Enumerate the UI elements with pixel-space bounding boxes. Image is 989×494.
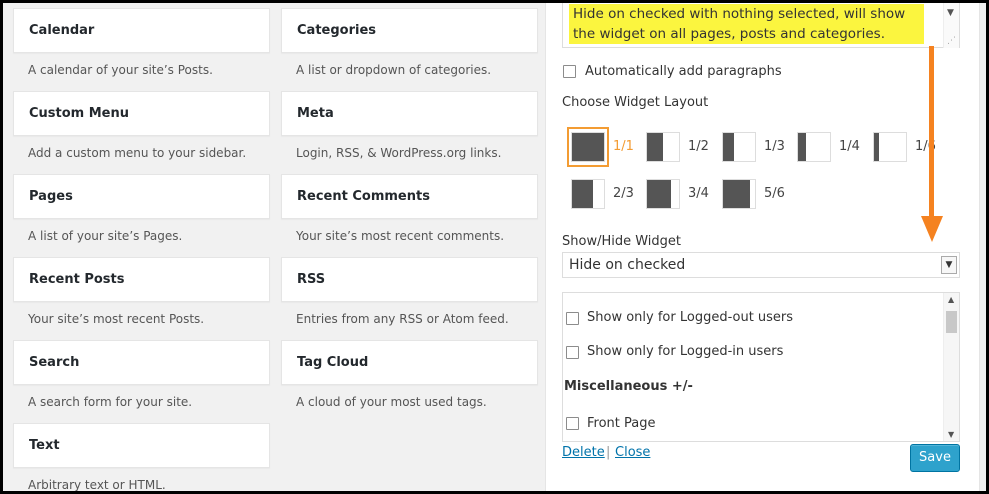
- widget-title[interactable]: Recent Posts: [13, 257, 270, 302]
- widget-description: Entries from any RSS or Atom feed.: [296, 312, 509, 326]
- layout-label: 1/4: [839, 139, 860, 154]
- layout-fill: [798, 133, 806, 161]
- layout-label: 2/3: [613, 186, 634, 201]
- highlighted-note: Hide on checked with nothing selected, w…: [569, 4, 924, 44]
- logged-out-label: Show only for Logged-out users: [587, 310, 794, 325]
- layout-label: 3/4: [688, 186, 709, 201]
- widget-description: A search form for your site.: [28, 395, 193, 409]
- layout-label: 1/1: [613, 139, 634, 154]
- widget-description: A calendar of your site’s Posts.: [28, 63, 213, 77]
- widget-description: A list or dropdown of categories.: [296, 63, 492, 77]
- layout-fill: [723, 133, 734, 161]
- widget-title[interactable]: RSS: [281, 257, 538, 302]
- close-link[interactable]: Close: [615, 445, 650, 460]
- layout-thumbnail[interactable]: [722, 132, 756, 162]
- show-hide-value: Hide on checked: [569, 257, 686, 273]
- widget-title[interactable]: Calendar: [13, 8, 270, 53]
- layout-label: 1/3: [764, 139, 785, 154]
- widget-description: Your site’s most recent Posts.: [28, 312, 205, 326]
- widget-search[interactable]: Search A search form for your site.: [13, 332, 270, 415]
- resize-grip-icon[interactable]: ⋰: [947, 36, 956, 46]
- layout-fill: [647, 180, 671, 208]
- annotation-arrow-shaft: [929, 46, 934, 220]
- layout-thumbnail[interactable]: [646, 132, 680, 162]
- delete-link[interactable]: Delete: [562, 445, 605, 460]
- widget-meta[interactable]: Meta Login, RSS, & WordPress.org links.: [281, 83, 538, 166]
- logged-in-checkbox[interactable]: [566, 346, 579, 359]
- widget-title[interactable]: Categories: [281, 8, 538, 53]
- widget-title[interactable]: Search: [13, 340, 270, 385]
- chevron-down-icon[interactable]: ▼: [948, 430, 954, 439]
- layout-label: 1/2: [688, 139, 709, 154]
- widget-title[interactable]: Pages: [13, 174, 270, 219]
- widget-rss[interactable]: RSS Entries from any RSS or Atom feed.: [281, 249, 538, 332]
- widget-tag-cloud[interactable]: Tag Cloud A cloud of your most used tags…: [281, 332, 538, 415]
- textarea-scrollbar[interactable]: ▼ ⋰: [943, 0, 959, 48]
- layout-fill: [647, 133, 663, 161]
- show-hide-heading: Show/Hide Widget: [562, 234, 682, 249]
- layout-thumbnail[interactable]: [797, 132, 831, 162]
- layout-thumbnail[interactable]: [571, 132, 605, 162]
- widget-description: A list of your site’s Pages.: [28, 229, 183, 243]
- save-button[interactable]: Save: [910, 444, 960, 472]
- chevron-up-icon[interactable]: ▲: [948, 295, 954, 304]
- widget-title[interactable]: Recent Comments: [281, 174, 538, 219]
- available-widgets-right: Categories A list or dropdown of categor…: [281, 0, 538, 415]
- widget-recent-posts[interactable]: Recent Posts Your site’s most recent Pos…: [13, 249, 270, 332]
- auto-paragraphs-label: Automatically add paragraphs: [585, 64, 782, 79]
- layout-fill: [572, 133, 604, 161]
- widget-calendar[interactable]: Calendar A calendar of your site’s Posts…: [13, 0, 270, 83]
- widget-settings-panel: Hide on checked with nothing selected, w…: [545, 0, 980, 494]
- widget-title[interactable]: Meta: [281, 91, 538, 136]
- widget-description: Your site’s most recent comments.: [296, 229, 505, 243]
- widget-title[interactable]: Tag Cloud: [281, 340, 538, 385]
- layout-heading: Choose Widget Layout: [562, 95, 709, 110]
- front-page-checkbox[interactable]: [566, 417, 579, 430]
- arrow-down-icon: [921, 216, 943, 242]
- widget-categories[interactable]: Categories A list or dropdown of categor…: [281, 0, 538, 83]
- layout-label: 5/6: [764, 186, 785, 201]
- link-separator: |: [606, 445, 611, 460]
- widget-pages[interactable]: Pages A list of your site’s Pages.: [13, 166, 270, 249]
- widget-recent-comments[interactable]: Recent Comments Your site’s most recent …: [281, 166, 538, 249]
- layout-thumbnail[interactable]: [646, 179, 680, 209]
- misc-heading[interactable]: Miscellaneous +/-: [564, 379, 693, 394]
- widget-description: A cloud of your most used tags.: [296, 395, 487, 409]
- widget-description: Login, RSS, & WordPress.org links.: [296, 146, 502, 160]
- widget-content-textarea[interactable]: Hide on checked with nothing selected, w…: [562, 0, 960, 48]
- scrollbar-thumb[interactable]: [946, 311, 957, 333]
- layout-fill: [572, 180, 594, 208]
- list-scrollbar[interactable]: ▲ ▼: [943, 293, 959, 441]
- available-widgets-left: Calendar A calendar of your site’s Posts…: [13, 0, 270, 494]
- widget-description: Arbitrary text or HTML.: [28, 478, 166, 492]
- logged-out-checkbox[interactable]: [566, 312, 579, 325]
- visibility-list: Show only for Logged-out users Show only…: [562, 292, 960, 442]
- layout-fill: [874, 133, 880, 161]
- logged-in-label: Show only for Logged-in users: [587, 344, 784, 359]
- layout-fill: [723, 180, 750, 208]
- widget-custom-menu[interactable]: Custom Menu Add a custom menu to your si…: [13, 83, 270, 166]
- widget-text[interactable]: Text Arbitrary text or HTML.: [13, 415, 270, 494]
- chevron-down-icon[interactable]: ▼: [947, 8, 954, 18]
- widget-title[interactable]: Custom Menu: [13, 91, 270, 136]
- layout-thumbnail[interactable]: [722, 179, 756, 209]
- widget-description: Add a custom menu to your sidebar.: [28, 146, 247, 160]
- auto-paragraphs-checkbox[interactable]: [563, 65, 576, 78]
- chevron-down-icon[interactable]: ▼: [941, 256, 957, 274]
- layout-thumbnail[interactable]: [571, 179, 605, 209]
- layout-thumbnail[interactable]: [873, 132, 907, 162]
- widget-title[interactable]: Text: [13, 423, 270, 468]
- front-page-label: Front Page: [587, 416, 656, 431]
- show-hide-select[interactable]: Hide on checked ▼: [562, 252, 960, 278]
